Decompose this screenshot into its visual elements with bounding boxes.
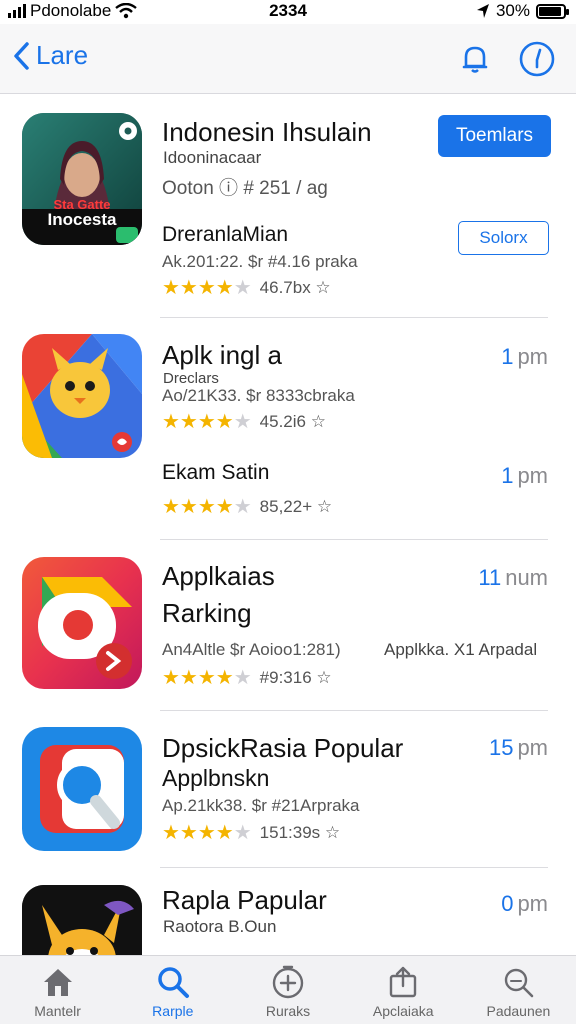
featured-sub-rating: ★★★★★ 46.7bx ☆ <box>162 275 331 300</box>
location-icon <box>476 4 489 18</box>
app-3-icon <box>22 557 142 689</box>
search-icon <box>158 967 189 998</box>
tab-search[interactable]: Rarple <box>115 956 230 1024</box>
divider <box>160 710 548 711</box>
tab-home[interactable]: Mantelr <box>0 956 115 1024</box>
rating-count: #9:316 ☆ <box>259 667 332 687</box>
featured-sub-title: DreranlaMian <box>162 223 289 246</box>
star-rating-icon: ★★★★★ <box>162 667 252 689</box>
featured-app-icon: Sta Gatte Inocesta <box>22 113 142 245</box>
share-icon <box>390 966 417 998</box>
rating-count: 45.2i6 ☆ <box>259 411 326 431</box>
star-rating-icon: ★★★★★ <box>162 496 252 518</box>
divider <box>160 317 548 318</box>
app-3-time: 11 num <box>478 565 548 591</box>
status-right: 30% <box>476 1 569 21</box>
star-rating-icon: ★★★★★ <box>162 822 252 844</box>
notification-bell-icon[interactable] <box>456 40 494 78</box>
time-value: 11 <box>478 565 502 590</box>
app-4-icon <box>22 727 142 851</box>
app-3-meta: An4Altle $r Aoioo1:281) <box>162 640 341 659</box>
app-1-icon <box>22 334 142 458</box>
nav-actions <box>456 40 556 78</box>
time-unit: num <box>505 565 548 590</box>
featured-secondary-button[interactable]: Solorx <box>458 221 549 255</box>
tab-label: Apclaiaka <box>372 1003 434 1019</box>
tab-label: Padaunen <box>486 1003 551 1019</box>
app-4-title-line2: Applbnskn <box>162 765 270 791</box>
divider <box>160 867 548 868</box>
clock-icon[interactable] <box>518 40 556 78</box>
app-1-subtitle: Dreclars <box>163 370 219 387</box>
app-list: Sta Gatte Inocesta Indonesin Ihsulain Id… <box>0 95 576 955</box>
chevron-left-icon <box>14 41 29 70</box>
tab-apclaiaka[interactable]: Apclaiaka <box>346 956 461 1024</box>
back-label: Lare <box>36 40 89 70</box>
app-4-meta: Ap.21kk38. $r #21Arpraka <box>162 796 360 815</box>
tab-label: Mantelr <box>34 1003 81 1019</box>
divider <box>160 539 548 540</box>
time-unit: pm <box>517 344 548 369</box>
time-unit: pm <box>517 735 548 760</box>
banner-line-2: Inocesta <box>47 210 117 229</box>
app-5-subtitle: Raotora B.Oun <box>163 917 277 936</box>
app-3-rating: ★★★★★ #9:316 ☆ <box>162 665 332 690</box>
featured-primary-button[interactable]: Toemlars <box>438 115 551 157</box>
app-3-title: Applkaias <box>162 561 275 591</box>
search-outline-icon <box>505 968 534 998</box>
app-2-title: Ekam Satin <box>162 461 270 484</box>
rating-count: 85,22+ ☆ <box>259 496 333 516</box>
time-value: 0 <box>501 891 514 916</box>
app-1-rating: ★★★★★ 45.2i6 ☆ <box>162 409 326 434</box>
time-unit: pm <box>517 463 548 488</box>
star-rating-icon: ★★★★★ <box>162 277 252 299</box>
tab-label: Rarple <box>152 1003 194 1019</box>
time-value: 1 <box>501 344 514 369</box>
app-4-title: DpsickRasia Popular <box>162 733 404 763</box>
app-3-title-line2: Rarking <box>162 598 252 628</box>
time-value: 15 <box>488 735 514 760</box>
app-1-time: 1 pm <box>501 344 548 370</box>
time-unit: pm <box>517 891 548 916</box>
featured-sub-meta: Ak.201:22. $r #4.16 praka <box>162 252 358 271</box>
app-4-time: 15 pm <box>489 735 548 761</box>
app-5-time: 0 pm <box>501 891 548 917</box>
app-2-time: 1 pm <box>501 463 548 489</box>
app-2-rating: ★★★★★ 85,22+ ☆ <box>162 494 332 519</box>
tab-bar: Mantelr Rarple Ruraks Apclaiaka Padaunen <box>0 955 576 1024</box>
featured-app-row[interactable]: Sta Gatte Inocesta Indonesin Ihsulain Id… <box>0 95 576 320</box>
app-1-title: Aplk ingl a <box>162 340 282 370</box>
app-1-meta: Ao/21K33. $r 8333cbraka <box>162 386 355 405</box>
app-5-title: Rapla Papular <box>162 885 327 915</box>
featured-app-subtitle: Idooninacaar <box>163 148 262 167</box>
app-row-3[interactable]: Applkaias Rarking An4Altle $r Aoioo1:281… <box>0 543 576 708</box>
app-3-meta-right: Applkka. X1 Arpadal <box>384 640 538 659</box>
tab-label: Ruraks <box>265 1003 311 1019</box>
home-icon <box>43 969 72 996</box>
star-rating-icon: ★★★★★ <box>162 411 252 433</box>
rating-count: 151:39s ☆ <box>259 822 341 842</box>
tab-ruraks[interactable]: Ruraks <box>230 956 345 1024</box>
rating-count: 46.7bx ☆ <box>259 277 331 297</box>
add-circle-icon <box>272 965 304 999</box>
battery-percent: 30% <box>495 1 530 20</box>
app-5-icon <box>22 885 142 955</box>
featured-app-meta: Ooton ⓘ # 251 / ag <box>162 178 328 199</box>
tab-padaunen[interactable]: Padaunen <box>461 956 576 1024</box>
status-bar: Pdonolabe 2334 30% <box>0 0 576 24</box>
app-4-rating: ★★★★★ 151:39s ☆ <box>162 820 340 845</box>
app-row-4[interactable]: DpsickRasia Popular Applbnskn Ap.21kk38.… <box>0 713 576 868</box>
app-row-1[interactable]: Aplk ingl a Dreclars Ao/21K33. $r 8333cb… <box>0 320 576 540</box>
featured-app-title: Indonesin Ihsulain <box>162 117 372 147</box>
app-row-5[interactable]: Rapla Papular Raotora B.Oun 0 pm <box>0 871 576 955</box>
battery-icon <box>536 3 569 19</box>
time-value: 1 <box>501 463 514 488</box>
navigation-bar: Lare <box>0 24 576 94</box>
back-button[interactable]: Lare <box>12 40 88 71</box>
